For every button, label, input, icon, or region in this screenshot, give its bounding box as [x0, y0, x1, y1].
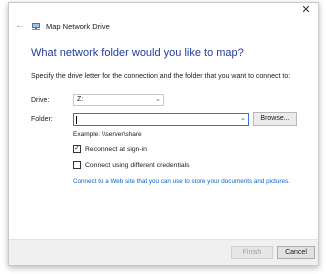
text-cursor [76, 116, 77, 124]
example-text: Example: \\server\share [73, 131, 142, 138]
credentials-label[interactable]: Connect using different credentials [85, 161, 190, 170]
window-title: Map Network Drive [46, 22, 110, 31]
back-arrow-icon[interactable]: ← [15, 21, 25, 31]
chevron-down-icon[interactable]: ⌄ [240, 114, 246, 124]
cancel-button[interactable]: Cancel [277, 246, 315, 259]
folder-label: Folder: [31, 116, 53, 123]
instruction-text: Specify the drive letter for the connect… [31, 73, 291, 80]
page-heading: What network folder would you like to ma… [31, 47, 244, 59]
dialog-footer: Finish Cancel [9, 239, 318, 265]
finish-button[interactable]: Finish [231, 246, 273, 259]
folder-input[interactable]: ⌄ [73, 113, 249, 126]
reconnect-checkbox[interactable]: ✓ [73, 145, 81, 153]
drive-label: Drive: [31, 97, 50, 104]
close-icon[interactable]: ✕ [300, 4, 312, 16]
network-drive-icon [32, 23, 40, 30]
chevron-down-icon: ⌄ [155, 96, 161, 103]
reconnect-label[interactable]: Reconnect at sign-in [85, 145, 147, 154]
drive-select-value: Z: [77, 96, 84, 103]
drive-select[interactable]: Z: ⌄ [73, 94, 164, 106]
map-network-drive-dialog: ✕ ← Map Network Drive What network folde… [8, 2, 319, 266]
credentials-checkbox[interactable] [73, 161, 81, 169]
browse-button[interactable]: Browse... [253, 112, 297, 126]
web-site-link[interactable]: Connect to a Web site that you can use t… [73, 178, 290, 185]
